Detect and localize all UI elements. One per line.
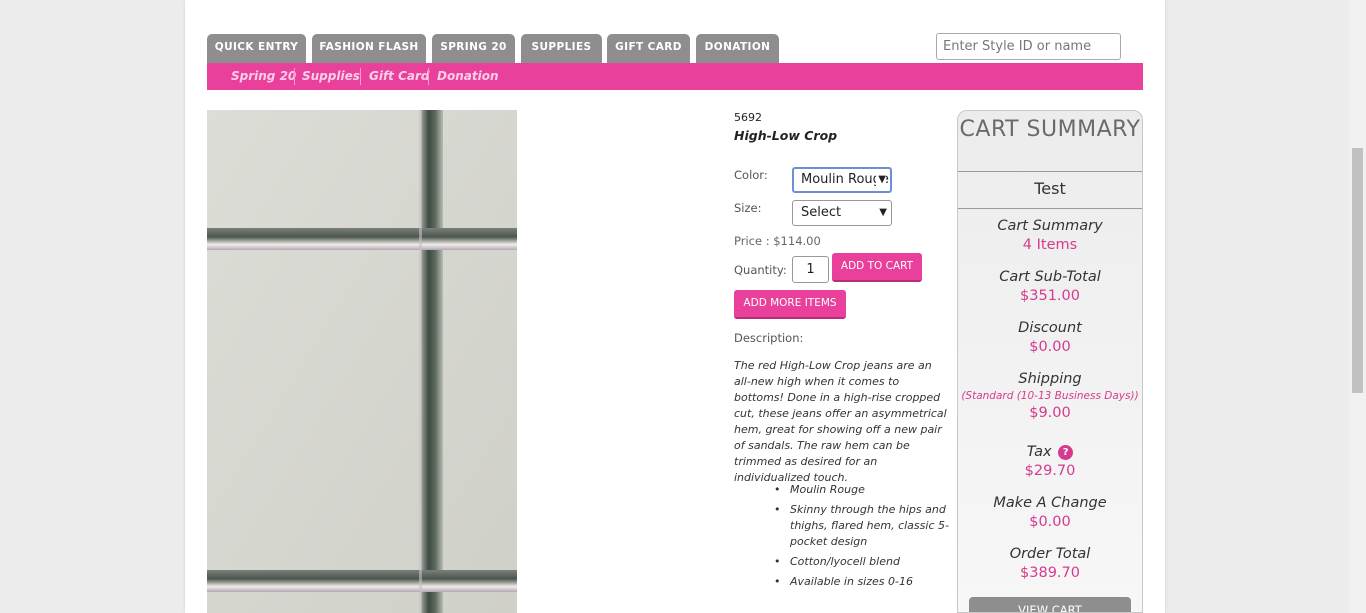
discount-label: Discount: [1018, 320, 1082, 336]
order-total-label: Order Total: [1009, 546, 1091, 562]
product-photo: [207, 110, 517, 613]
tax-value: $29.70: [1024, 463, 1076, 479]
dropdown-arrow-icon: ▼: [876, 169, 886, 191]
subnav-gift-card[interactable]: Gift Card: [369, 68, 430, 84]
discount-value: $0.00: [1029, 339, 1071, 355]
tab-spring-20[interactable]: SPRING 20: [432, 34, 515, 63]
subnav-donation[interactable]: Donation: [437, 68, 498, 84]
product-description: The red High-Low Crop jeans are an all-n…: [734, 359, 947, 484]
size-select-value: Select: [801, 205, 842, 220]
list-item: Skinny through the hips and thighs, flar…: [774, 502, 950, 550]
tax-label-line: Tax ?: [958, 444, 1142, 460]
customer-name: Test: [1034, 179, 1066, 198]
cart-summary-label: Cart Summary: [997, 218, 1103, 234]
tab-gift-card[interactable]: GIFT CARD: [607, 34, 690, 63]
list-item: Cotton/lyocell blend: [774, 554, 950, 570]
tab-donation[interactable]: DONATION: [696, 34, 779, 63]
subnav-supplies[interactable]: Supplies: [302, 68, 360, 84]
subtotal-value: $351.00: [1020, 288, 1080, 304]
style-search-input[interactable]: [936, 33, 1121, 60]
subnav-divider: [294, 68, 295, 85]
scrollbar-thumb[interactable]: [1352, 148, 1363, 393]
shipping-method: (Standard (10-13 Business Days)): [961, 390, 1139, 402]
make-a-change-row: Make A Change $0.00: [958, 495, 1142, 530]
list-item: Moulin Rouge: [774, 482, 950, 498]
quantity-input[interactable]: [792, 256, 829, 283]
window-scrollbar[interactable]: [1349, 0, 1366, 613]
subnav-spring-20[interactable]: Spring 20: [231, 68, 296, 84]
make-a-change-label: Make A Change: [993, 495, 1107, 511]
subtotal-label: Cart Sub-Total: [999, 269, 1101, 285]
order-total-value: $389.70: [1020, 565, 1080, 581]
subnav-divider: [360, 68, 361, 85]
divider: [958, 171, 1142, 172]
make-a-change-value: $0.00: [1029, 514, 1071, 530]
tab-quick-entry[interactable]: QUICK ENTRY: [207, 34, 306, 63]
cart-summary-title: CART SUMMARY: [959, 117, 1141, 142]
cart-summary-panel: CART SUMMARY Test Cart Summary 4 Items C…: [957, 110, 1143, 613]
dropdown-arrow-icon: ▼: [877, 201, 887, 225]
size-select[interactable]: Select ▼: [792, 200, 892, 226]
description-label: Description:: [734, 331, 804, 345]
color-label: Color:: [734, 168, 768, 182]
sub-navigation: Spring 20 Supplies Gift Card Donation: [207, 63, 1143, 90]
cart-subtotal-row: Cart Sub-Total $351.00: [958, 269, 1142, 304]
tax-row: Tax ? $29.70: [958, 444, 1142, 479]
product-price: Price : $114.00: [734, 234, 821, 248]
divider: [958, 208, 1142, 209]
add-more-items-button[interactable]: ADD MORE ITEMS: [734, 290, 846, 319]
list-item: Available in sizes 0-16: [774, 574, 950, 590]
shipping-value: $9.00: [1029, 405, 1071, 421]
tab-supplies[interactable]: SUPPLIES: [521, 34, 602, 63]
cart-items-count: 4 Items: [1022, 237, 1078, 253]
quantity-label: Quantity:: [734, 263, 787, 277]
shipping-label: Shipping: [1018, 371, 1082, 387]
order-total-row: Order Total $389.70: [958, 546, 1142, 581]
size-label: Size:: [734, 201, 762, 215]
style-id: 5692: [734, 111, 762, 124]
shipping-row: Shipping (Standard (10-13 Business Days)…: [958, 371, 1142, 421]
discount-row: Discount $0.00: [958, 320, 1142, 355]
tab-fashion-flash[interactable]: FASHION FLASH: [312, 34, 426, 63]
color-select[interactable]: Moulin Rouge ▼: [792, 167, 892, 193]
feature-list: Moulin Rouge Skinny through the hips and…: [774, 482, 950, 594]
product-image[interactable]: [207, 110, 517, 613]
subnav-divider: [428, 68, 429, 85]
help-icon[interactable]: ?: [1058, 444, 1074, 460]
add-to-cart-button[interactable]: ADD TO CART: [832, 253, 922, 282]
tax-label: Tax: [1026, 444, 1052, 460]
cart-items-row: Cart Summary 4 Items: [958, 218, 1142, 253]
product-name: High-Low Crop: [734, 128, 838, 143]
view-cart-button[interactable]: VIEW CART: [969, 597, 1131, 612]
